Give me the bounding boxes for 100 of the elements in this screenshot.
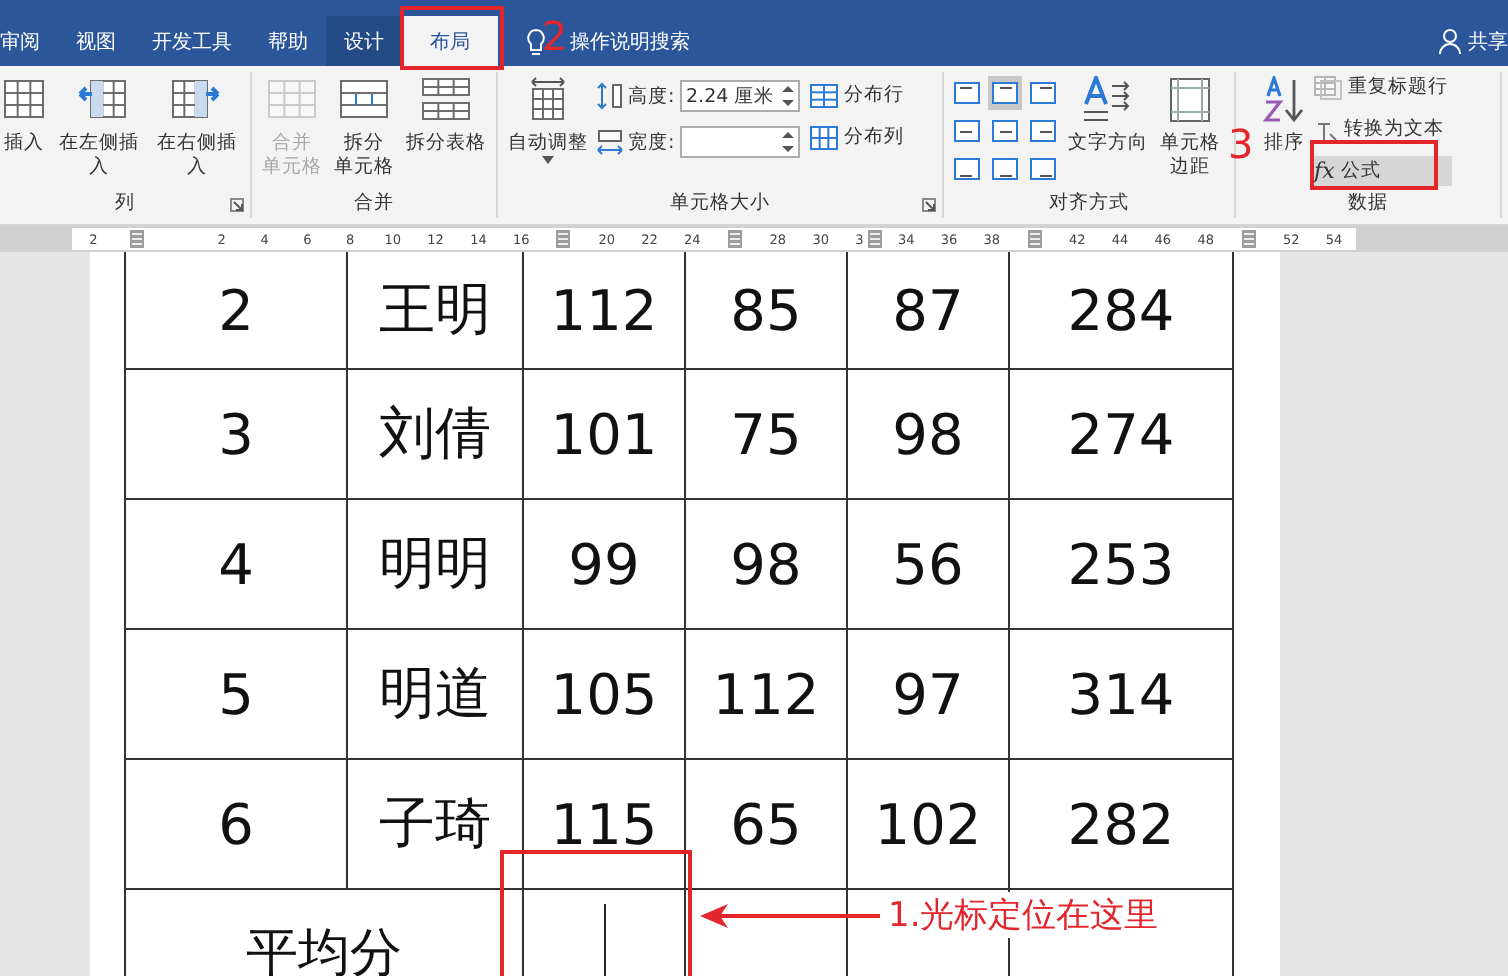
ribbon-button[interactable]: 转换为文本 [1310, 114, 1452, 144]
autofit-icon [526, 76, 570, 124]
highlight-box [400, 6, 504, 70]
ribbon-tab[interactable]: 开发工具 [134, 16, 250, 66]
align-icon [1030, 82, 1056, 104]
ribbon-tab[interactable]: 视图 [58, 16, 134, 66]
align-button[interactable] [988, 114, 1022, 148]
table-insert-icon [73, 76, 125, 124]
repeat-rows-icon [1314, 75, 1342, 99]
align-button[interactable] [1026, 152, 1060, 186]
share-button[interactable]: 共享 [1438, 16, 1508, 66]
table-cell: 明道 [347, 629, 523, 759]
ribbon-button[interactable]: 排序 [1258, 72, 1310, 160]
group-label: 数据 [1346, 190, 1390, 218]
table-cell: 85 [685, 252, 847, 369]
convert-icon [1314, 117, 1338, 141]
callout-text: 1.光标定位在这里 [888, 892, 1159, 938]
table-cell: 75 [685, 369, 847, 499]
text-cursor [603, 904, 605, 976]
align-icon [992, 82, 1018, 104]
distribute-rows-icon [810, 83, 838, 107]
field-label: 宽度: [596, 128, 676, 156]
ribbon-button[interactable]: 插入 [0, 72, 48, 160]
ruler-marker-icon[interactable] [1027, 230, 1042, 248]
cell-margins-icon [1166, 76, 1214, 124]
table-cell: 3 [125, 369, 347, 499]
group-label: 单元格大小 [668, 190, 772, 218]
ribbon-button[interactable]: 拆分表格 [402, 72, 490, 160]
ribbon-button[interactable]: 单元格 边距 [1156, 72, 1224, 184]
ribbon-button[interactable]: 在左侧插入 [52, 72, 146, 184]
caret-icon[interactable] [542, 156, 554, 164]
table-cell: 112 [523, 252, 685, 369]
ribbon-button[interactable]: 拆分 单元格 [330, 72, 398, 184]
spin-arrows-icon[interactable] [782, 130, 794, 154]
field-label: 高度: [596, 82, 676, 110]
group-label: 合并 [352, 190, 396, 218]
dialog-launcher-icon[interactable] [230, 198, 244, 212]
table-cell: 87 [847, 252, 1009, 369]
table-cell: 6 [125, 759, 347, 889]
dialog-launcher-icon[interactable] [922, 198, 936, 212]
table-cell: 56 [847, 499, 1009, 629]
ruler-marker-icon[interactable] [129, 230, 144, 248]
ribbon-button[interactable]: 自动调整 [504, 72, 592, 176]
spin-arrows-icon[interactable] [782, 84, 794, 108]
table-cell: 2 [125, 252, 347, 369]
spin-field[interactable]: 2.24 厘米 [680, 80, 800, 112]
align-button[interactable] [950, 152, 984, 186]
person-icon [1438, 28, 1462, 54]
ribbon-tab[interactable]: 帮助 [250, 16, 326, 66]
table-cell: 253 [1009, 499, 1233, 629]
table-cell: 102 [847, 759, 1009, 889]
distribute-columns-icon [810, 125, 838, 149]
ribbon-button[interactable]: 在右侧插入 [150, 72, 244, 184]
align-icon [954, 120, 980, 142]
align-icon [954, 82, 980, 104]
align-icon [992, 158, 1018, 180]
table-icon [338, 76, 390, 124]
ribbon-tab[interactable]: 审阅 [0, 16, 58, 66]
align-button[interactable] [1026, 76, 1060, 110]
table-cell: 284 [1009, 252, 1233, 369]
table-cell: 274 [1009, 369, 1233, 499]
ribbon-button[interactable]: fx 公式 [1310, 156, 1452, 186]
ribbon-tab[interactable]: 布局 [402, 16, 498, 66]
text-direction-icon [1082, 76, 1134, 124]
ribbon-button[interactable]: 分布行 [804, 80, 910, 110]
row-height-icon [596, 82, 624, 110]
align-button[interactable] [950, 76, 984, 110]
table-cell: 子琦 [347, 759, 523, 889]
table-cell: 314 [1009, 629, 1233, 759]
table-cell: 65 [685, 759, 847, 889]
align-icon [1030, 120, 1056, 142]
ribbon-button[interactable]: 文字方向 [1064, 72, 1152, 160]
spin-field[interactable] [680, 126, 800, 158]
ruler-marker-icon[interactable] [867, 230, 882, 248]
table-cell: 王明 [347, 252, 523, 369]
sort-icon [1262, 76, 1306, 124]
table-icon [266, 76, 318, 124]
table-cell: 明明 [347, 499, 523, 629]
table-cell: 112 [685, 629, 847, 759]
ruler-marker-icon[interactable] [728, 230, 743, 248]
ribbon-button[interactable]: 分布列 [804, 122, 910, 152]
align-button[interactable] [988, 76, 1022, 110]
align-icon [992, 120, 1018, 142]
ribbon-tab[interactable]: 设计 [326, 16, 402, 66]
table-cell: 101 [523, 369, 685, 499]
table-cell: 105 [523, 629, 685, 759]
table-cell: 4 [125, 499, 347, 629]
table-cell: 5 [125, 629, 347, 759]
align-button[interactable] [988, 152, 1022, 186]
table-cell: 282 [1009, 759, 1233, 889]
ruler-marker-icon[interactable] [556, 230, 571, 248]
align-button[interactable] [1026, 114, 1060, 148]
ruler-marker-icon[interactable] [1241, 230, 1256, 248]
group-label: 对齐方式 [1047, 190, 1131, 218]
align-button[interactable] [950, 114, 984, 148]
align-icon [954, 158, 980, 180]
table-icon [420, 76, 472, 124]
lightbulb-icon [526, 27, 546, 55]
table-cell: 115 [523, 759, 685, 889]
table-cell: 刘倩 [347, 369, 523, 499]
